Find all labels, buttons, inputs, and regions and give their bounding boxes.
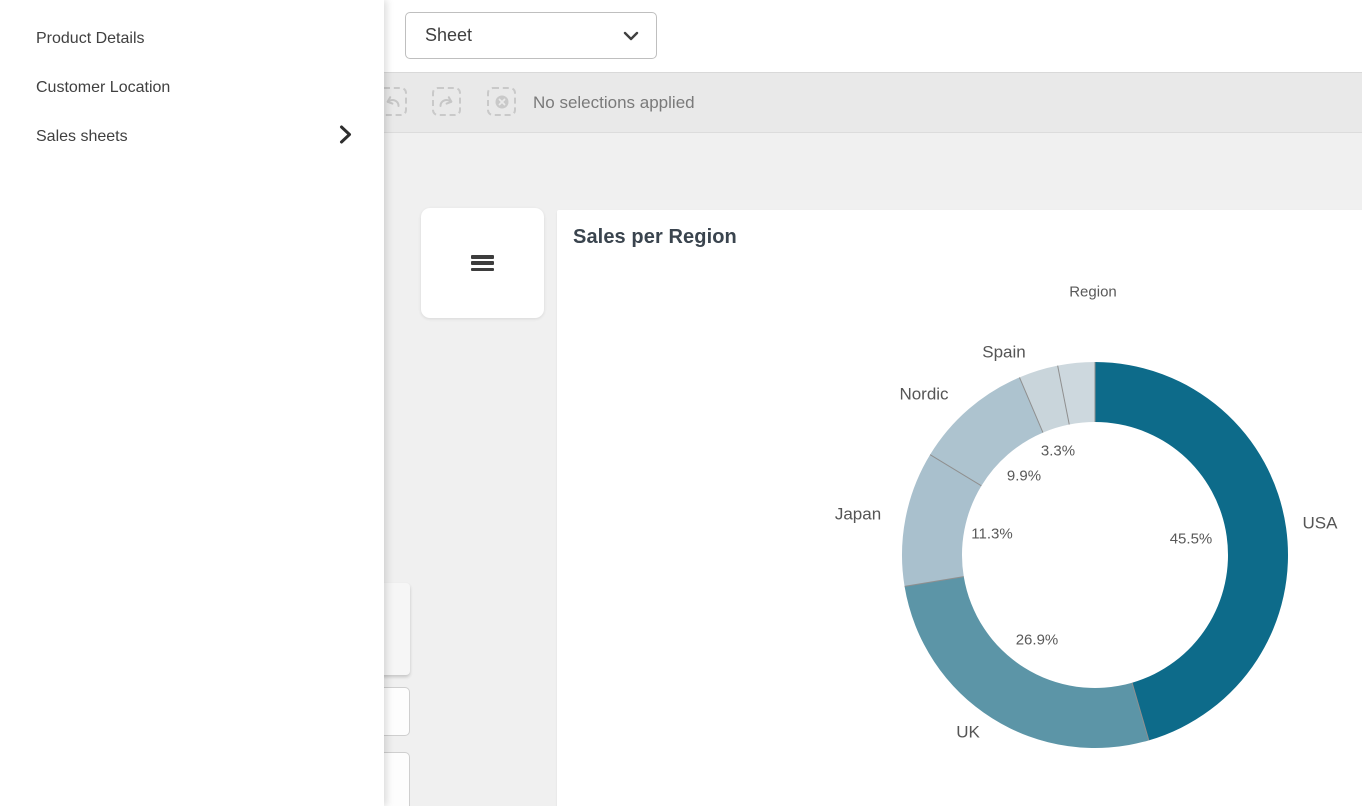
slice-percent-label: 45.5% [1170,531,1213,548]
donut-slice-uk[interactable] [905,577,1149,748]
app-window: Sheet No selections app [0,0,1362,806]
slice-percent-label: 26.9% [1016,632,1059,649]
dimension-title-label: Region [1069,284,1117,301]
slice-name-label: Japan [835,505,881,524]
menu-item-customer-location[interactable]: Customer Location [0,63,384,112]
navigation-menu-card[interactable] [421,208,544,318]
chevron-right-icon [339,124,352,149]
hamburger-menu-icon [471,255,494,271]
menu-item-label: Customer Location [36,79,170,97]
selections-status-text: No selections applied [533,73,695,133]
redo-selection-icon[interactable] [432,87,461,116]
region-donut-svg: Region USA UK Japan Nordic Spain 45.5% 26.9% 11.… [557,210,1362,806]
slice-name-label: USA [1303,514,1339,533]
slice-percent-label: 9.9% [1007,468,1041,485]
sheet-navigation-panel: Product Details Customer Location Sales … [0,0,384,806]
slice-name-label: UK [956,723,980,742]
sheet-selector-value: Sheet [425,25,472,46]
sheet-selector-dropdown[interactable]: Sheet [405,12,657,59]
donut-chart: Region USA UK Japan Nordic Spain 45.5% 26.9% 11.… [557,210,1362,806]
slice-percent-label: 3.3% [1041,443,1075,460]
slice-percent-label: 11.3% [971,526,1012,543]
chart-title: Sales per Region [573,226,737,249]
menu-item-label: Sales sheets [36,128,128,146]
clear-selections-icon[interactable] [487,87,516,116]
menu-item-sales-sheets[interactable]: Sales sheets [0,112,384,161]
sales-per-region-chart-card[interactable]: Region USA UK Japan Nordic Spain 45.5% 26.9% 11.… [557,210,1362,806]
slice-name-label: Spain [982,343,1025,362]
menu-item-product-details[interactable]: Product Details [0,14,384,63]
slice-name-label: Nordic [899,385,949,404]
menu-item-label: Product Details [36,30,145,48]
chevron-down-icon [623,31,639,41]
donut-slice-usa[interactable] [1095,362,1288,740]
